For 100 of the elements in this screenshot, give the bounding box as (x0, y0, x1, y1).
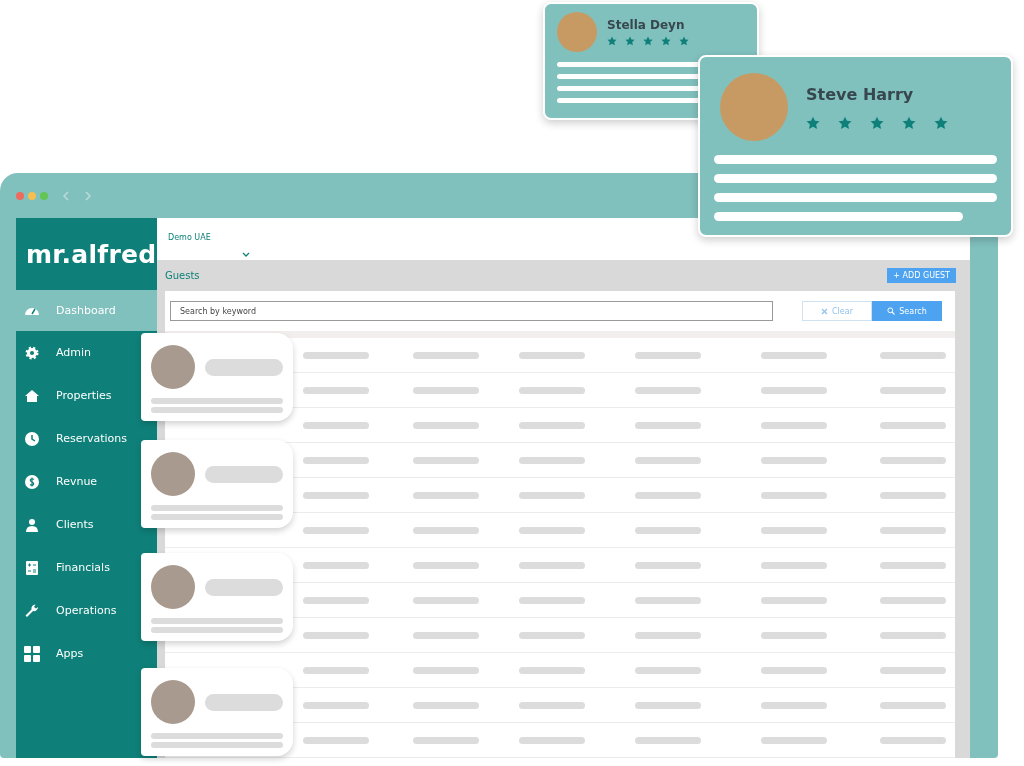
sidebar-item[interactable]: Admin (16, 331, 96, 374)
placeholder-bar (635, 386, 701, 394)
gear-icon (24, 344, 40, 361)
placeholder-bar (519, 701, 585, 709)
placeholder-bar (303, 666, 369, 674)
placeholder-bar (413, 666, 479, 674)
placeholder-bar (519, 456, 585, 464)
placeholder-bar (303, 561, 369, 569)
star-icon (625, 36, 635, 46)
placeholder-bar (303, 386, 369, 394)
avatar-circle (557, 12, 597, 52)
search-button[interactable]: Search (872, 301, 942, 321)
placeholder-bar (413, 631, 479, 639)
placeholder-bar (303, 701, 369, 709)
placeholder-bar (303, 491, 369, 499)
logo: mr.alfred (25, 238, 157, 271)
placeholder-bar (635, 736, 701, 744)
placeholder-bar (519, 666, 585, 674)
placeholder-bar (413, 561, 479, 569)
avatar-circle (151, 680, 195, 724)
placeholder-bar (635, 596, 701, 604)
person-icon (24, 516, 40, 533)
sidebar-item[interactable]: Properties (16, 374, 116, 417)
placeholder-bar (303, 421, 369, 429)
placeholder-bar (761, 631, 827, 639)
placeholder-bar (413, 386, 479, 394)
star-icon (661, 36, 671, 46)
placeholder-bar (761, 386, 827, 394)
back-icon[interactable] (62, 190, 70, 201)
search-field[interactable]: Search by keyword (170, 301, 773, 321)
star-icon (934, 115, 948, 130)
placeholder-bar (880, 701, 946, 709)
placeholder-bar (303, 631, 369, 639)
star-icon (679, 36, 689, 46)
placeholder-bar (519, 631, 585, 639)
placeholder-bar (761, 351, 827, 359)
placeholder-bar (519, 351, 585, 359)
page-title: Guests (165, 270, 200, 281)
clock-icon (24, 430, 40, 447)
star-icon (838, 115, 852, 130)
dollar-icon (24, 473, 40, 490)
star-icon (607, 36, 617, 46)
placeholder-bar (413, 526, 479, 534)
placeholder-bar (635, 421, 701, 429)
star-icon (806, 115, 820, 130)
house-icon (24, 387, 40, 404)
placeholder-bar (880, 526, 946, 534)
placeholder-bar (880, 631, 946, 639)
placeholder-bar (635, 666, 701, 674)
placeholder-bar (761, 491, 827, 499)
placeholder-bar (761, 596, 827, 604)
star-icon (870, 115, 884, 130)
placeholder-bar (303, 736, 369, 744)
chevron-down-icon[interactable] (242, 252, 250, 257)
placeholder-bar (761, 701, 827, 709)
minimize-dot[interactable] (28, 191, 36, 200)
placeholder-bar (880, 351, 946, 359)
sidebar-item[interactable]: Apps (16, 632, 88, 675)
placeholder-bar (519, 386, 585, 394)
forward-icon[interactable] (84, 190, 92, 201)
placeholder-bar (519, 561, 585, 569)
sidebar-item[interactable]: Clients (16, 503, 98, 546)
placeholder-bar (519, 526, 585, 534)
grid-icon (24, 645, 40, 662)
placeholder-bar (761, 736, 827, 744)
close-icon (821, 307, 829, 315)
avatar-circle (151, 345, 195, 389)
placeholder-bar (635, 631, 701, 639)
placeholder-bar (413, 351, 479, 359)
placeholder-bar (519, 736, 585, 744)
placeholder-bar (413, 736, 479, 744)
placeholder-bar (635, 701, 701, 709)
calculator-icon (24, 559, 40, 576)
placeholder-bar (635, 456, 701, 464)
placeholder-bar (761, 666, 827, 674)
sidebar-item[interactable]: Revnue (16, 460, 102, 503)
sidebar-item[interactable]: Reservations (16, 417, 131, 460)
property-selector[interactable]: Demo UAE (168, 233, 970, 242)
placeholder-bar (635, 561, 701, 569)
placeholder-bar (880, 561, 946, 569)
placeholder-bar (303, 596, 369, 604)
placeholder-bar (519, 491, 585, 499)
placeholder-bar (880, 596, 946, 604)
placeholder-bar (303, 526, 369, 534)
search-icon (887, 307, 896, 315)
placeholder-bar (761, 561, 827, 569)
placeholder-bar (761, 421, 827, 429)
placeholder-bar (303, 456, 369, 464)
maximize-dot[interactable] (40, 191, 48, 200)
add-guest-button[interactable]: + ADD GUEST (887, 268, 956, 283)
placeholder-bar (635, 526, 701, 534)
sidebar-item[interactable]: Operations (16, 589, 121, 632)
placeholder-bar (880, 666, 946, 674)
star-icon (902, 115, 916, 130)
close-dot[interactable] (16, 191, 24, 200)
placeholder-bar (635, 351, 701, 359)
placeholder-bar (519, 421, 585, 429)
placeholder-bar (303, 351, 369, 359)
sidebar-item[interactable]: Financials (16, 546, 114, 589)
wrench-icon (24, 602, 40, 619)
